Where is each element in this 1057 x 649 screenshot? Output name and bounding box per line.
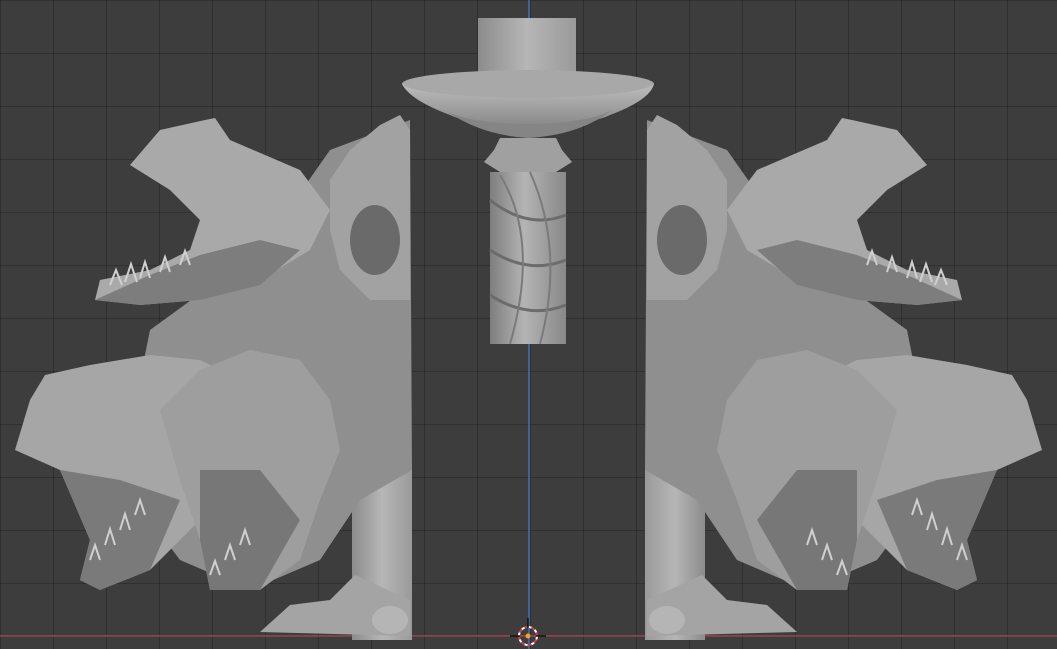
right-hydra-mesh[interactable] [645,115,1042,640]
3d-viewport[interactable] [0,0,1057,649]
left-hydra-mesh[interactable] [15,115,412,640]
center-vase-mesh[interactable] [402,18,654,345]
viewport-canvas[interactable] [0,0,1057,649]
3d-cursor-icon[interactable] [510,618,546,646]
